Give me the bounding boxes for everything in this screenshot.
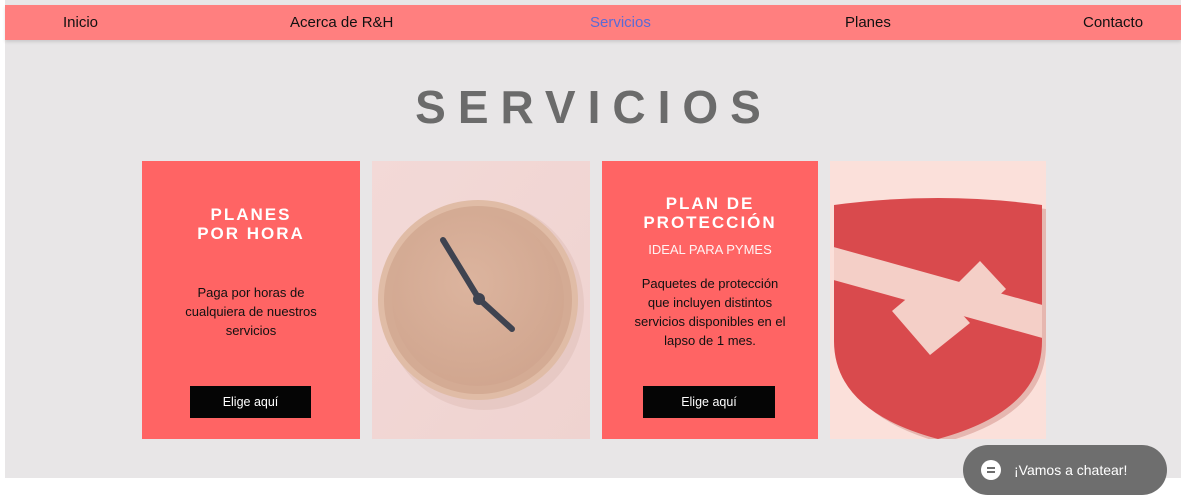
card-description-line2: cualquiera de nuestros bbox=[185, 304, 317, 319]
card-description-line3: servicios disponibles en el bbox=[634, 314, 786, 329]
nav-servicios[interactable]: Servicios bbox=[590, 14, 651, 31]
clock-icon bbox=[372, 161, 590, 439]
card-title-line2: POR HORA bbox=[197, 224, 305, 243]
elige-aqui-button-proteccion[interactable]: Elige aquí bbox=[643, 386, 775, 418]
nav-planes[interactable]: Planes bbox=[845, 14, 891, 31]
card-title-line2: PROTECCIÓN bbox=[643, 213, 777, 232]
card-description-line4: lapso de 1 mes. bbox=[664, 333, 756, 348]
card-description-line3: servicios bbox=[225, 323, 277, 338]
shield-image bbox=[830, 161, 1046, 439]
card-subtitle: IDEAL PARA PYMES bbox=[648, 242, 772, 257]
chat-bubble-icon bbox=[981, 460, 1001, 480]
nav-contacto[interactable]: Contacto bbox=[1083, 14, 1143, 31]
card-description-line1: Paga por horas de bbox=[197, 285, 305, 300]
nav-acerca[interactable]: Acerca de R&H bbox=[290, 14, 393, 31]
chat-label: ¡Vamos a chatear! bbox=[1014, 462, 1128, 478]
card-title-line1: PLAN DE bbox=[665, 194, 755, 213]
elige-aqui-button-horas[interactable]: Elige aquí bbox=[190, 386, 311, 418]
card-plan-proteccion: PLAN DE PROTECCIÓN IDEAL PARA PYMES Paqu… bbox=[602, 161, 818, 439]
clock-image bbox=[372, 161, 590, 439]
chat-button[interactable]: ¡Vamos a chatear! bbox=[963, 445, 1167, 495]
card-title-line1: PLANES bbox=[210, 205, 292, 224]
nav-inicio[interactable]: Inicio bbox=[63, 14, 98, 31]
page-title: SERVICIOS bbox=[415, 81, 773, 133]
card-planes-por-hora: PLANES POR HORA Paga por horas de cualqu… bbox=[142, 161, 360, 439]
card-description-line2: que incluyen distintos bbox=[647, 295, 773, 310]
card-description-line1: Paquetes de protección bbox=[641, 276, 779, 291]
shield-check-icon bbox=[830, 161, 1046, 439]
top-navigation: Inicio Acerca de R&H Servicios Planes Co… bbox=[5, 5, 1181, 40]
